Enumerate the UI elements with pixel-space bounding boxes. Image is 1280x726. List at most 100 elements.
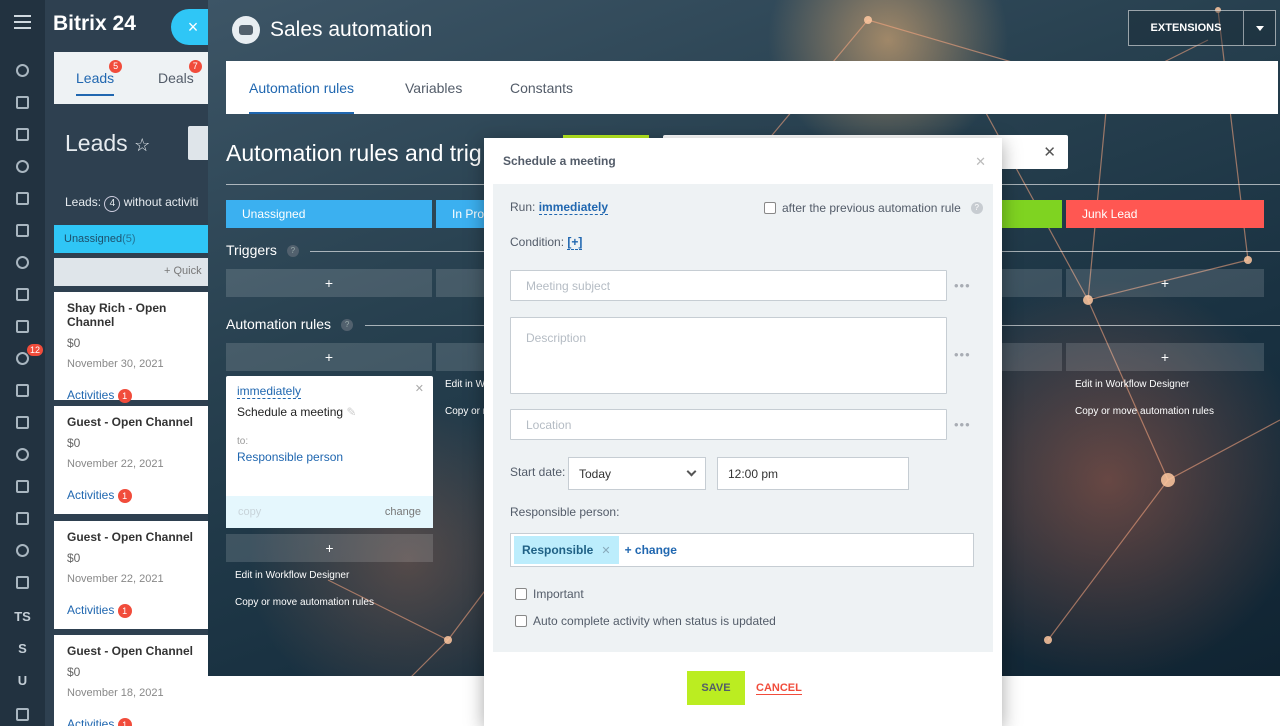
mail-icon [16,255,29,269]
copy-move-link[interactable]: Copy or move automation rules [1075,406,1214,417]
rail-item-u[interactable]: U [0,664,45,696]
add-rule-button[interactable] [436,343,486,371]
stage-unassigned[interactable]: Unassigned [226,200,432,228]
activities-link[interactable]: Activities 1 [67,717,215,726]
rail-item-ts[interactable]: TS [0,600,45,632]
change-link[interactable]: + change [625,543,677,557]
rail-item[interactable] [0,566,45,598]
rail-item[interactable] [0,246,45,278]
add-rule-button[interactable] [1002,343,1062,371]
rail-item[interactable] [0,214,45,246]
close-icon[interactable]: ✕ [415,382,424,395]
lead-card[interactable]: Guest - Open Channel $0 November 22, 2021 … [54,521,215,629]
rail-item[interactable] [0,502,45,534]
chevron-down-icon[interactable] [1243,11,1275,45]
help-icon[interactable]: ? [970,202,983,214]
checkbox[interactable] [764,202,776,214]
start-date-select[interactable]: Today [568,457,706,490]
location-input[interactable]: Location [510,409,947,440]
rail-item[interactable] [0,438,45,470]
change-link[interactable]: change [385,506,421,518]
tab-leads[interactable]: Leads 5 [76,60,123,96]
rail-item[interactable] [0,54,45,86]
kanban-column-header[interactable]: Unassigned(5) [54,225,215,253]
add-rule-button[interactable]: + [1066,343,1264,371]
rail-item-s[interactable]: S [0,632,45,664]
rail-item[interactable] [0,150,45,182]
notification-badge: 12 [26,344,43,356]
checkbox[interactable] [515,588,527,600]
start-time-input[interactable]: 12:00 pm [717,457,909,490]
condition-field: Condition: [+] [510,235,583,250]
chevron-down-icon [686,466,697,477]
automation-rule-card[interactable]: immediately ✕ Schedule a meeting ✎ to: R… [226,376,433,528]
star-icon[interactable]: ☆ [134,135,150,155]
automation-tabs: Automation rules Variables Constants [226,61,1278,114]
help-icon[interactable]: ? [286,245,299,258]
copy-move-link[interactable]: Copy or move automation rules [235,597,374,608]
important-checkbox[interactable]: Important [515,587,584,601]
tab-variables[interactable]: Variables [405,80,462,96]
activities-link[interactable]: Activities 1 [67,603,215,618]
rail-item[interactable] [0,406,45,438]
edit-designer-link[interactable]: Edit in Workflow Designer [1075,379,1189,390]
after-previous-checkbox[interactable]: after the previous automation rule? [764,201,983,215]
rail-item[interactable] [0,374,45,406]
marketing-icon [16,383,29,397]
rail-item[interactable] [0,698,45,726]
help-icon[interactable]: ? [341,319,354,332]
extensions-button[interactable]: EXTENSIONS [1128,10,1276,46]
quick-add-button[interactable]: + Quick [54,258,215,286]
add-rule-button[interactable]: + [226,534,433,562]
responsible-link[interactable]: Responsible person [237,450,343,464]
rail-item[interactable] [0,182,45,214]
tab-automation-rules[interactable]: Automation rules [249,80,355,114]
add-rule-button[interactable]: + [226,343,432,371]
remove-icon[interactable]: ✕ [601,544,610,557]
stage-converted[interactable] [1002,200,1062,228]
tab-constants[interactable]: Constants [510,80,573,96]
activities-link[interactable]: Activities 1 [67,388,215,403]
checkbox[interactable] [515,615,527,627]
condition-add-link[interactable]: [+] [567,235,583,250]
run-value-link[interactable]: immediately [538,200,609,215]
rail-item[interactable] [0,310,45,342]
lead-card[interactable]: Guest - Open Channel $0 November 18, 2021 … [54,635,215,726]
edit-designer-link[interactable]: Edit in W [445,379,485,390]
crm-background: Bitrix 24 × Leads 5 Deals 7 Leads ☆ Leads:… [45,0,215,726]
add-trigger-button[interactable] [436,269,486,297]
tab-deals[interactable]: Deals 7 [158,60,202,86]
rail-item[interactable]: 12 [0,342,45,374]
rail-item[interactable] [0,278,45,310]
activities-link[interactable]: Activities 1 [67,488,215,503]
auto-complete-checkbox[interactable]: Auto complete activity when status is up… [515,614,776,628]
cancel-button[interactable]: CANCEL [756,682,802,695]
menu-icon[interactable] [14,15,31,29]
save-button[interactable]: SAVE [687,671,745,705]
close-icon[interactable]: ✕ [1043,143,1056,161]
meeting-subject-input[interactable]: Meeting subject [510,270,947,301]
responsible-selector[interactable]: Responsible ✕ + change [510,533,974,567]
description-textarea[interactable]: Description [510,317,947,394]
rail-item[interactable] [0,470,45,502]
add-trigger-button[interactable]: + [1066,269,1264,297]
close-icon[interactable]: ✕ [975,154,986,170]
edit-designer-link[interactable]: Edit in Workflow Designer [235,570,349,581]
stage-in-progress[interactable]: In Pro [436,200,486,228]
more-options-icon[interactable]: ••• [954,347,971,362]
rule-card-footer: copy change [226,496,433,528]
rail-item[interactable] [0,118,45,150]
rail-item[interactable] [0,86,45,118]
stage-junk-lead[interactable]: Junk Lead [1066,200,1264,228]
more-options-icon[interactable]: ••• [954,417,971,432]
copy-link[interactable]: copy [238,506,261,518]
lead-card[interactable]: Guest - Open Channel $0 November 22, 2021 … [54,406,215,514]
run-link[interactable]: immediately [237,384,302,399]
add-trigger-button[interactable]: + [226,269,432,297]
rail-item[interactable] [0,534,45,566]
add-trigger-button[interactable] [1002,269,1062,297]
lead-card[interactable]: Shay Rich - Open Channel $0 November 30, 2… [54,292,215,403]
edit-pencil-icon[interactable]: ✎ [346,405,356,419]
responsible-tag[interactable]: Responsible ✕ [514,536,619,564]
more-options-icon[interactable]: ••• [954,278,971,293]
